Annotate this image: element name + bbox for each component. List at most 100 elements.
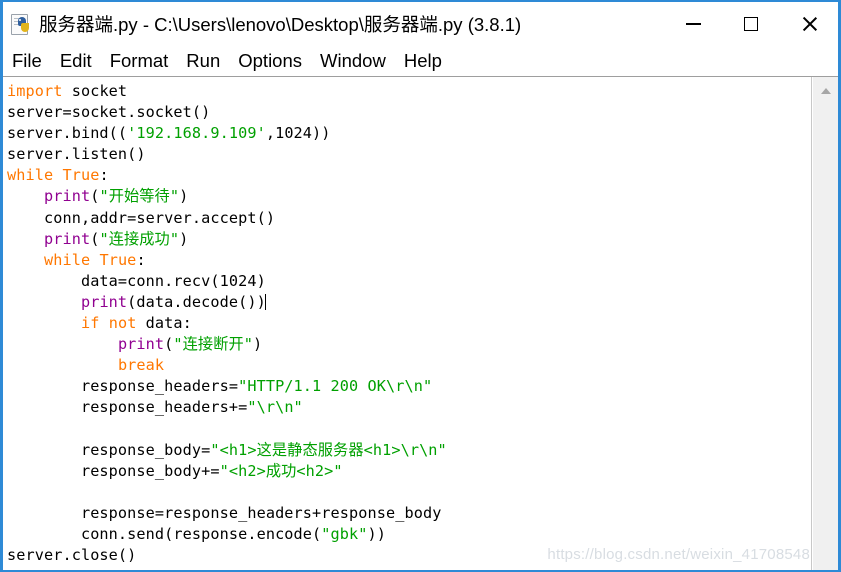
- code-token: while: [43, 250, 91, 269]
- code-token: server.bind((: [7, 124, 128, 143]
- menu-bar: File Edit Format Run Options Window Help: [3, 46, 838, 76]
- title-bar-left: 服务器端.py - C:\Users\lenovo\Desktop\服务器端.p…: [3, 11, 521, 37]
- code-token: print: [117, 335, 165, 354]
- code-token: not: [108, 314, 137, 333]
- code-token: ,1024)): [265, 124, 331, 143]
- code-line: print("连接断开"): [7, 334, 811, 355]
- code-line: conn.send(response.encode("gbk")): [7, 524, 811, 545]
- code-token: conn.send(response.encode(: [7, 524, 322, 543]
- minimize-button[interactable]: [664, 2, 722, 46]
- code-token: server=socket.socket(): [7, 103, 211, 122]
- code-token: ): [179, 187, 189, 206]
- editor-area: import socket server=socket.socket() serve…: [3, 76, 838, 570]
- close-icon: [800, 15, 818, 33]
- code-line: import socket: [7, 81, 811, 102]
- code-line: while True:: [7, 165, 811, 186]
- code-line: if not data:: [7, 313, 811, 334]
- code-token: "开始等待": [99, 187, 180, 206]
- code-token: )): [367, 524, 387, 543]
- code-token: response_headers+=: [7, 398, 248, 417]
- code-token: print: [43, 187, 91, 206]
- maximize-button[interactable]: [722, 2, 780, 46]
- code-token: response_body=: [7, 440, 211, 459]
- minimize-icon: [685, 23, 701, 25]
- menu-item-window[interactable]: Window: [320, 50, 395, 72]
- code-line: print("开始等待"): [7, 186, 811, 207]
- code-token: while: [7, 166, 54, 185]
- vertical-scrollbar[interactable]: [812, 77, 838, 570]
- code-token: response_body+=: [7, 461, 220, 480]
- window-controls: [664, 2, 838, 46]
- code-token: response_headers=: [7, 377, 239, 396]
- code-line: server.bind(('192.168.9.109',1024)): [7, 123, 811, 144]
- code-token: "<h2>成功<h2>": [219, 461, 343, 480]
- code-token: True: [99, 250, 137, 269]
- scroll-up-button[interactable]: [813, 77, 838, 104]
- menu-item-options[interactable]: Options: [238, 50, 311, 72]
- maximize-icon: [744, 17, 758, 31]
- code-token: ): [253, 335, 263, 354]
- close-button[interactable]: [780, 2, 838, 46]
- code-line: server.listen(): [7, 144, 811, 165]
- code-line: server=socket.socket(): [7, 102, 811, 123]
- code-token: print: [80, 292, 128, 311]
- code-token: "gbk": [321, 524, 368, 543]
- code-line: response_headers="HTTP/1.1 200 OK\r\n": [7, 376, 811, 397]
- menu-item-format[interactable]: Format: [110, 50, 178, 72]
- code-line: print(data.decode()): [7, 292, 811, 313]
- code-token: socket: [62, 82, 128, 100]
- chevron-up-icon: [820, 87, 831, 94]
- code-token: server.close(): [7, 546, 137, 565]
- window-title: 服务器端.py - C:\Users\lenovo\Desktop\服务器端.p…: [39, 14, 522, 35]
- code-token: True: [62, 166, 100, 185]
- python-file-icon: [10, 13, 32, 35]
- code-line: server.close(): [7, 545, 811, 566]
- code-token: :: [99, 166, 109, 185]
- code-token: response=response_headers+response_body: [7, 503, 442, 522]
- code-token: "<h1>这是静态服务器<h1>\r\n": [210, 440, 447, 459]
- code-token: (data.decode()): [127, 292, 266, 311]
- menu-item-help[interactable]: Help: [404, 50, 451, 72]
- code-line: response_body+="<h2>成功<h2>": [7, 461, 811, 482]
- title-bar[interactable]: 服务器端.py - C:\Users\lenovo\Desktop\服务器端.p…: [3, 2, 838, 46]
- code-token: "\r\n": [247, 398, 303, 417]
- code-line: response=response_headers+response_body: [7, 503, 811, 524]
- code-line: print("连接成功"): [7, 229, 811, 250]
- menu-item-file[interactable]: File: [12, 50, 51, 72]
- code-token: "连接成功": [99, 229, 180, 248]
- idle-editor-window: 服务器端.py - C:\Users\lenovo\Desktop\服务器端.p…: [0, 0, 841, 572]
- code-token: import: [7, 82, 63, 100]
- code-token: print: [43, 229, 91, 248]
- code-line: data=conn.recv(1024): [7, 271, 811, 292]
- code-token: ): [179, 229, 189, 248]
- code-token: conn,addr=server.accept(): [7, 208, 276, 227]
- menu-item-run[interactable]: Run: [186, 50, 229, 72]
- code-token: server.listen(): [7, 145, 146, 164]
- source-code: import socket server=socket.socket() serve…: [7, 81, 811, 566]
- code-token: "HTTP/1.1 200 OK\r\n": [238, 377, 433, 396]
- scrollbar-track[interactable]: [813, 104, 838, 570]
- code-line: while True:: [7, 250, 811, 271]
- code-text-area[interactable]: import socket server=socket.socket() serve…: [3, 77, 812, 570]
- text-caret: [264, 293, 267, 310]
- menu-item-edit[interactable]: Edit: [60, 50, 101, 72]
- code-token: data:: [136, 314, 192, 333]
- code-token: "连接断开": [173, 335, 254, 354]
- code-token: if: [80, 314, 100, 333]
- code-line: response_headers+="\r\n": [7, 397, 811, 418]
- code-token: :: [136, 250, 146, 269]
- code-token: break: [117, 356, 165, 375]
- code-line: conn,addr=server.accept(): [7, 208, 811, 229]
- code-line: response_body="<h1>这是静态服务器<h1>\r\n": [7, 440, 811, 461]
- code-token: '192.168.9.109': [127, 124, 266, 143]
